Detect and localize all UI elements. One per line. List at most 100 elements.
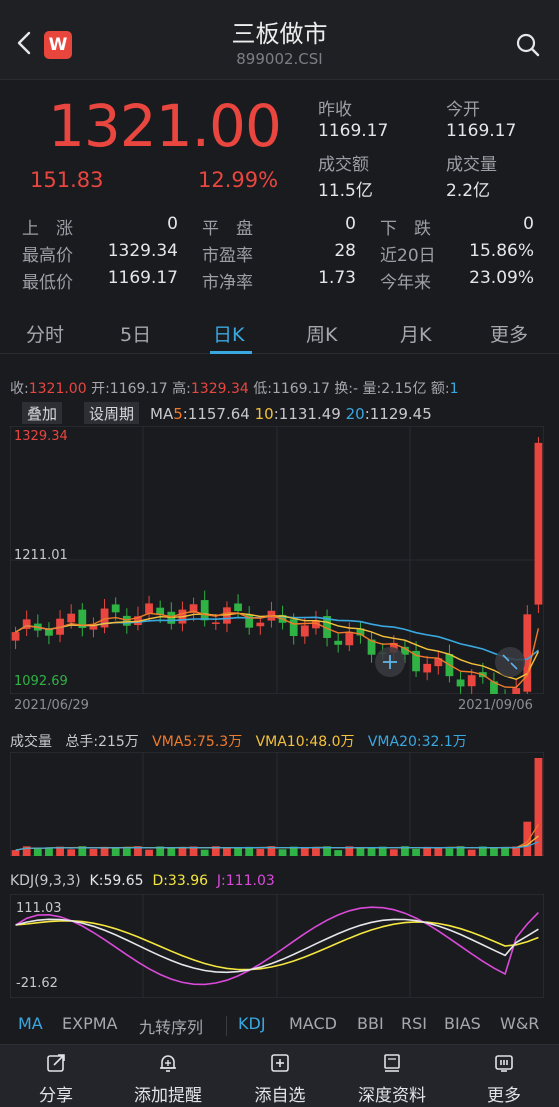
tab-weekly-k[interactable]: 周K <box>306 320 337 347</box>
candle <box>345 631 354 646</box>
tab-daily-k[interactable]: 日K <box>213 320 244 347</box>
amount-label: 额: <box>430 381 450 397</box>
set-period-button[interactable]: 设周期 <box>84 402 140 424</box>
candle <box>234 603 242 612</box>
volume-bar <box>490 847 498 856</box>
candle <box>467 675 476 687</box>
volume-panel-title: 成交量 总手:215万 VMA5:75.3万 VMA10:48.0万 VMA20… <box>10 731 467 751</box>
price-change: 151.83 <box>30 168 104 192</box>
price-axis-mid: 1211.01 <box>14 548 68 563</box>
share-icon <box>47 1054 65 1072</box>
volume-bar <box>89 848 98 856</box>
indicator-nine-turn[interactable]: 九转序列 <box>139 1014 203 1038</box>
vma5-value: VMA5:75.3万 <box>152 734 243 750</box>
active-tab-indicator <box>210 351 252 354</box>
deep-info-button[interactable]: 深度资料 <box>336 1045 448 1107</box>
candlestick-chart[interactable] <box>10 426 544 694</box>
pe-label: 市盈率 <box>202 246 253 266</box>
more-button[interactable]: 更多 <box>448 1045 559 1107</box>
add-alert-button[interactable]: 添加提醒 <box>112 1045 224 1107</box>
volume-bar <box>122 848 131 856</box>
open-value: 1169.17 <box>109 381 168 397</box>
bottom-toolbar: 分享 添加提醒 添自选 深度资料 更多 <box>0 1044 559 1107</box>
open-label: 开: <box>91 381 110 397</box>
d20-value: 15.86% <box>469 241 534 261</box>
book-icon <box>384 1054 400 1072</box>
indicator-bbi[interactable]: BBI <box>357 1014 384 1033</box>
add-drawing-icon[interactable] <box>375 647 405 677</box>
prev-close-value: 1169.17 <box>318 121 389 141</box>
candle-info-line: 收:1321.00 开:1169.17 高:1329.34 低:1169.17 … <box>10 378 459 398</box>
low-value: 1169.17 <box>107 268 178 288</box>
d20-label: 近20日 <box>380 246 436 266</box>
indicator-wr[interactable]: W&R <box>500 1014 539 1033</box>
tab-monthly-k[interactable]: 月K <box>400 320 431 347</box>
search-icon[interactable] <box>515 32 541 58</box>
vma10-value: VMA10:48.0万 <box>255 734 355 750</box>
add-alert-label: 添加提醒 <box>134 1086 202 1106</box>
high-value: 1329.34 <box>190 381 249 397</box>
volume-bar <box>33 848 42 856</box>
indicator-ma[interactable]: MA <box>18 1014 43 1033</box>
kdj-axis-max: 111.03 <box>16 901 62 916</box>
indicator-expma[interactable]: EXPMA <box>62 1014 117 1033</box>
candle <box>200 600 209 621</box>
turnover-value: 11.5亿 <box>318 181 373 201</box>
date-start: 2021/06/29 <box>14 698 89 713</box>
candle <box>300 625 309 637</box>
share-label: 分享 <box>39 1086 73 1106</box>
ma20-value: :1129.45 <box>364 405 432 423</box>
ma10-period: 10 <box>254 405 274 423</box>
volume-bar <box>423 846 432 856</box>
overlay-button[interactable]: 叠加 <box>22 402 63 424</box>
volume-bar <box>300 847 309 856</box>
price-change-percent: 12.99% <box>198 168 279 192</box>
low-label: 最低价 <box>22 273 73 293</box>
volume-bar <box>234 847 242 856</box>
share-button[interactable]: 分享 <box>0 1045 112 1107</box>
volume-bar <box>278 849 287 856</box>
alert-icon <box>160 1055 176 1072</box>
add-watchlist-label: 添自选 <box>254 1086 306 1106</box>
candle <box>289 619 298 637</box>
turnover-rate-label: 换: <box>334 381 354 397</box>
tab-more[interactable]: 更多 <box>490 320 528 347</box>
indicator-rsi[interactable]: RSI <box>401 1014 427 1033</box>
deep-info-label: 深度资料 <box>358 1086 426 1106</box>
volume-bar <box>534 758 543 856</box>
volume-bar <box>167 847 176 856</box>
indicator-macd[interactable]: MACD <box>289 1014 337 1033</box>
kdj-chart[interactable] <box>10 894 544 998</box>
candle <box>534 442 543 605</box>
volume-bar <box>67 849 76 856</box>
add-watchlist-button[interactable]: 添自选 <box>224 1045 336 1107</box>
candle <box>423 663 432 673</box>
volume-chart[interactable] <box>10 752 544 856</box>
volume-bar <box>178 847 187 856</box>
volume-bar <box>145 849 153 856</box>
turnover-label: 成交额 <box>318 155 369 175</box>
volume-bar <box>223 848 231 856</box>
volume-bar <box>111 847 120 856</box>
indicator-kdj[interactable]: KDJ <box>238 1014 266 1033</box>
ma10-value: :1131.49 <box>273 405 341 423</box>
up-count-label: 上 涨 <box>22 219 73 239</box>
tab-intraday[interactable]: 分时 <box>26 320 64 347</box>
kdj-panel-title: KDJ(9,3,3) K:59.65 D:33.96 J:111.03 <box>10 873 275 889</box>
candle <box>456 679 465 687</box>
ytd-label: 今年来 <box>380 273 431 293</box>
candle <box>145 603 153 614</box>
volume-bar <box>467 849 476 856</box>
kdj-title: KDJ(9,3,3) <box>10 873 81 889</box>
down-count-value: 0 <box>523 214 534 234</box>
volume-bar <box>200 849 209 856</box>
expand-icon[interactable] <box>495 647 525 677</box>
tab-5day[interactable]: 5日 <box>120 320 151 347</box>
flat-count-value: 0 <box>345 214 356 234</box>
candle <box>256 622 265 627</box>
total-volume: 总手:215万 <box>65 734 139 750</box>
volume-bar <box>45 847 53 856</box>
candle <box>67 613 76 623</box>
amount-value: 1 <box>449 381 459 397</box>
indicator-bias[interactable]: BIAS <box>444 1014 481 1033</box>
